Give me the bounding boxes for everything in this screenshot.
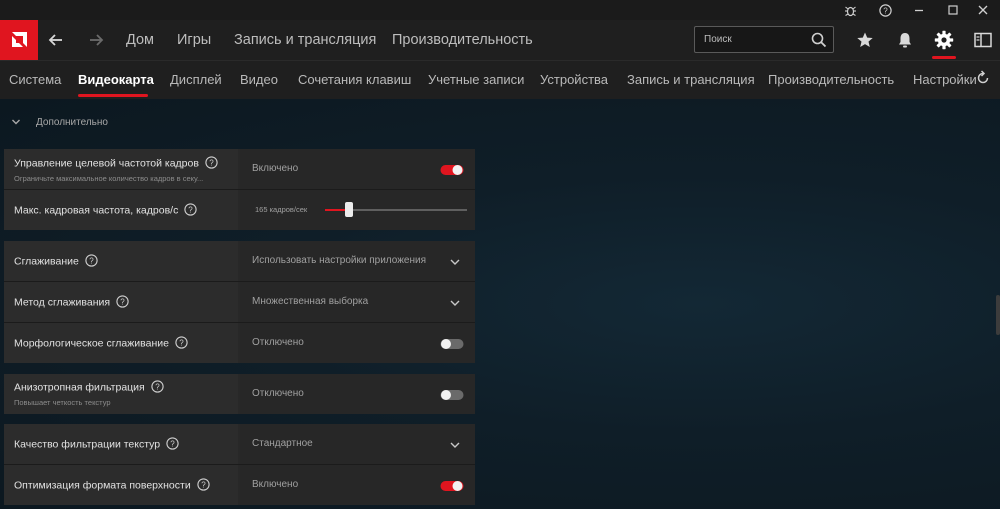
forward-arrow-icon[interactable] xyxy=(81,20,111,60)
question-icon[interactable]: ? xyxy=(85,254,98,267)
aa-method-dropdown[interactable]: Множественная выборка xyxy=(240,282,475,322)
setting-label: Качество фильтрации текстур xyxy=(14,438,161,451)
svg-text:?: ? xyxy=(189,205,194,214)
setting-description: Повышает четкость текстур xyxy=(14,398,111,407)
setting-value: Множественная выборка xyxy=(252,296,369,307)
setting-value: Включено xyxy=(252,163,299,174)
tab-devices[interactable]: Устройства xyxy=(540,61,608,99)
setting-row-morphological-aa: Морфологическое сглаживание? Отключено xyxy=(4,323,475,363)
setting-description: Ограничьте максимальное количество кадро… xyxy=(14,174,204,183)
amd-logo[interactable] xyxy=(0,20,38,60)
tab-record-stream[interactable]: Запись и трансляция xyxy=(627,61,755,99)
setting-row-texture-quality: Качество фильтрации текстур? Стандартное xyxy=(4,424,475,464)
settings-group-texture: Качество фильтрации текстур? Стандартное… xyxy=(4,424,475,505)
setting-label: Морфологическое сглаживание xyxy=(14,337,169,350)
setting-label: Управление целевой частотой кадров xyxy=(14,157,199,170)
svg-text:?: ? xyxy=(179,338,184,347)
svg-text:?: ? xyxy=(89,256,94,265)
back-arrow-icon[interactable] xyxy=(41,20,71,60)
setting-value: Использовать настройки приложения xyxy=(252,255,426,266)
setting-label: Сглаживание xyxy=(14,255,79,268)
svg-text:?: ? xyxy=(209,158,214,167)
tab-accounts[interactable]: Учетные записи xyxy=(428,61,524,99)
scrollbar[interactable] xyxy=(996,295,1000,335)
close-icon[interactable] xyxy=(966,0,1000,20)
search-input[interactable] xyxy=(695,27,807,52)
setting-row-anisotropic: Анизотропная фильтрация? Повышает четкос… xyxy=(4,374,475,414)
tab-hotkeys[interactable]: Сочетания клавиш xyxy=(298,61,411,99)
search-box xyxy=(694,26,834,53)
bell-icon[interactable] xyxy=(888,20,922,60)
section-title: Дополнительно xyxy=(36,116,108,128)
question-icon[interactable]: ? xyxy=(205,156,218,169)
nav-record-stream[interactable]: Запись и трансляция xyxy=(234,20,376,60)
gear-icon[interactable] xyxy=(927,20,961,60)
sidebar-icon[interactable] xyxy=(966,20,1000,60)
anti-aliasing-dropdown[interactable]: Использовать настройки приложения xyxy=(240,241,475,281)
question-icon[interactable]: ? xyxy=(175,336,188,349)
max-fps-slider-thumb[interactable] xyxy=(345,202,354,217)
surface-format-toggle[interactable] xyxy=(440,479,464,491)
nav-home[interactable]: Дом xyxy=(126,20,154,60)
question-icon[interactable]: ? xyxy=(184,203,197,216)
settings-group-anti-aliasing: Сглаживание? Использовать настройки прил… xyxy=(4,241,475,363)
setting-row-frame-rate-target: Управление целевой частотой кадров? Огра… xyxy=(4,149,475,189)
morphological-aa-toggle[interactable] xyxy=(440,337,464,349)
setting-value: 165 кадров/сек xyxy=(255,205,308,214)
nav-performance[interactable]: Производительность xyxy=(392,20,533,60)
setting-label: Анизотропная фильтрация xyxy=(14,381,145,394)
reset-icon[interactable] xyxy=(975,70,993,88)
setting-row-aa-method: Метод сглаживания? Множественная выборка xyxy=(4,282,475,322)
svg-text:?: ? xyxy=(201,480,206,489)
setting-row-surface-format: Оптимизация формата поверхности? Включен… xyxy=(4,465,475,505)
chevron-down-icon xyxy=(10,116,22,128)
chevron-down-icon xyxy=(449,296,461,308)
chevron-down-icon xyxy=(449,255,461,267)
svg-text:?: ? xyxy=(883,6,888,15)
svg-text:?: ? xyxy=(155,382,160,391)
tab-system[interactable]: Система xyxy=(9,61,61,99)
chevron-down-icon xyxy=(449,438,461,450)
tab-display[interactable]: Дисплей xyxy=(170,61,222,99)
tab-video[interactable]: Видео xyxy=(240,61,278,99)
title-bar: ? xyxy=(0,0,1000,20)
main-header: Дом Игры Запись и трансляция Производите… xyxy=(0,20,1000,60)
settings-tabbar: Система Видеокарта Дисплей Видео Сочетан… xyxy=(0,60,1000,99)
anisotropic-toggle[interactable] xyxy=(440,388,464,400)
setting-label: Метод сглаживания xyxy=(14,296,111,309)
setting-row-max-fps: Макс. кадровая частота, кадров/с? 165 ка… xyxy=(4,190,475,230)
nav-games[interactable]: Игры xyxy=(177,20,211,60)
section-advanced-header[interactable]: Дополнительно xyxy=(10,112,108,132)
svg-text:?: ? xyxy=(170,439,175,448)
setting-value: Отключено xyxy=(252,337,304,348)
setting-value: Включено xyxy=(252,479,299,490)
minimize-icon[interactable] xyxy=(902,0,936,20)
help-icon[interactable]: ? xyxy=(868,0,902,20)
maximize-icon[interactable] xyxy=(936,0,970,20)
tab-preferences[interactable]: Настройки xyxy=(913,61,977,99)
active-indicator xyxy=(932,56,956,59)
question-icon[interactable]: ? xyxy=(151,380,164,393)
active-tab-indicator xyxy=(78,94,148,97)
question-icon[interactable]: ? xyxy=(166,437,179,450)
bug-icon[interactable] xyxy=(833,0,867,20)
settings-group-anisotropic: Анизотропная фильтрация? Повышает четкос… xyxy=(4,374,475,414)
svg-text:?: ? xyxy=(120,297,125,306)
texture-quality-dropdown[interactable]: Стандартное xyxy=(240,424,475,464)
setting-row-anti-aliasing: Сглаживание? Использовать настройки прил… xyxy=(4,241,475,281)
setting-value: Отключено xyxy=(252,388,304,399)
star-icon[interactable] xyxy=(848,20,882,60)
frame-rate-target-toggle[interactable] xyxy=(440,163,464,175)
search-icon[interactable] xyxy=(810,31,828,49)
setting-label: Макс. кадровая частота, кадров/с xyxy=(14,204,179,217)
question-icon[interactable]: ? xyxy=(197,478,210,491)
setting-label: Оптимизация формата поверхности xyxy=(14,479,191,492)
tab-performance[interactable]: Производительность xyxy=(768,61,894,99)
setting-value: Стандартное xyxy=(252,438,313,449)
question-icon[interactable]: ? xyxy=(116,295,129,308)
settings-group-frame-rate: Управление целевой частотой кадров? Огра… xyxy=(4,149,475,230)
